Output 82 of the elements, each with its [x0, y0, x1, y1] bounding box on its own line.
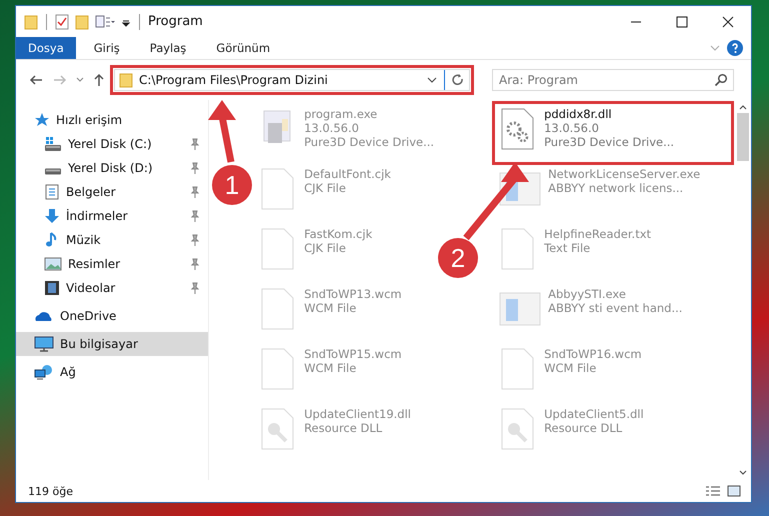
file-detail: Pure3D Device Drive... — [304, 135, 434, 149]
file-item[interactable]: pddidx8r.dll 13.0.56.0 Pure3D Device Drive... — [495, 104, 732, 162]
expand-ribbon-icon[interactable] — [709, 43, 721, 53]
file-name: SndToWP16.wcm — [544, 347, 642, 361]
file-detail: 13.0.56.0 — [544, 121, 600, 135]
file-name: UpdateClient5.dll — [544, 407, 644, 421]
pin-icon[interactable] — [190, 186, 200, 198]
sidebar-item[interactable]: İndirmeler — [16, 204, 208, 228]
file-detail: CJK File — [304, 181, 347, 195]
sidebar-item[interactable]: Videolar — [16, 276, 208, 300]
address-path: C:\Program Files\Program Dizini — [139, 73, 329, 87]
file-detail: WCM File — [304, 301, 358, 315]
sidebar-item[interactable]: Ağ — [16, 360, 208, 384]
close-icon — [722, 16, 734, 28]
callout-number: 1 — [224, 170, 240, 200]
file-detail: 13.0.56.0 — [304, 121, 360, 135]
file-name: SndToWP15.wcm — [304, 347, 402, 361]
scroll-down-icon[interactable] — [739, 470, 748, 476]
pin-icon[interactable] — [190, 234, 200, 246]
back-arrow-icon[interactable] — [28, 73, 44, 87]
file-name: SndToWP13.wcm — [304, 287, 402, 301]
film-icon — [44, 280, 60, 296]
pin-icon[interactable] — [190, 282, 200, 294]
pin-icon[interactable] — [190, 138, 200, 150]
sidebar-item[interactable]: Bu bilgisayar — [16, 332, 208, 356]
refresh-icon[interactable] — [451, 73, 465, 87]
pin-icon[interactable] — [190, 162, 200, 174]
pin-icon[interactable] — [190, 210, 200, 222]
file-name: DefaultFont.cjk — [304, 167, 391, 181]
file-detail: Text File — [544, 241, 592, 255]
sidebar-item[interactable]: Yerel Disk (D:) — [16, 156, 208, 180]
file-detail: WCM File — [304, 361, 358, 375]
file-name: FastKom.cjk — [304, 227, 372, 241]
item-count: 119 öğe — [28, 484, 73, 498]
sidebar-item[interactable]: OneDrive — [16, 304, 208, 328]
file-detail: ABBYY network licens... — [548, 181, 684, 195]
file-detail: ABBYY sti event hand... — [548, 301, 682, 315]
window-title: Program — [148, 14, 203, 29]
ribbon-tab[interactable]: Giriş — [82, 37, 132, 59]
picture-icon — [44, 256, 62, 272]
scroll-up-icon[interactable] — [739, 104, 748, 110]
file-detail: WCM File — [544, 361, 598, 375]
document-icon — [44, 184, 60, 200]
computer-icon — [34, 336, 54, 352]
file-detail: Resource DLL — [304, 421, 384, 435]
file-name: UpdateClient19.dll — [304, 407, 411, 421]
dropdown-icon[interactable] — [426, 75, 438, 85]
large-icons-view-icon[interactable] — [727, 485, 741, 497]
network-icon — [34, 364, 54, 380]
drive-icon — [44, 168, 62, 174]
sidebar-item[interactable]: Resimler — [16, 252, 208, 276]
folder-icon — [119, 72, 133, 88]
maximize-icon — [676, 16, 688, 28]
scrollbar-thumb[interactable] — [737, 113, 750, 161]
ribbon-tab[interactable]: Görünüm — [204, 37, 282, 59]
sidebar-item[interactable]: Müzik — [16, 228, 208, 252]
sidebar-item[interactable]: Yerel Disk (C:) — [16, 132, 208, 156]
minimize-icon — [630, 20, 642, 22]
file-name: NetworkLicenseServer.exe — [548, 167, 700, 181]
properties-icon[interactable] — [55, 14, 69, 30]
search-field[interactable]: Ara: Program — [492, 69, 734, 91]
down-arrow-icon — [44, 208, 60, 224]
callout-number: 2 — [450, 243, 466, 273]
details-view-icon[interactable] — [705, 485, 721, 497]
file-detail: CJK File — [304, 241, 347, 255]
file-name: AbbyySTI.exe — [548, 287, 627, 301]
drive-icon — [44, 136, 62, 152]
file-detail: Resource DLL — [544, 421, 624, 435]
ribbon-tab[interactable]: Paylaş — [138, 37, 198, 59]
ribbon-tab[interactable]: Dosya — [16, 37, 76, 59]
search-icon — [714, 73, 728, 87]
file-detail: Pure3D Device Drive... — [544, 135, 674, 149]
file-name: pddidx8r.dll — [544, 107, 613, 121]
view-options-icon[interactable] — [95, 14, 115, 30]
help-icon[interactable] — [727, 40, 743, 56]
star-icon — [34, 112, 50, 128]
pin-icon[interactable] — [190, 258, 200, 270]
sidebar-item[interactable]: Hızlı erişim — [16, 108, 208, 132]
sidebar-item[interactable]: Belgeler — [16, 180, 208, 204]
up-arrow-icon[interactable] — [92, 73, 106, 87]
file-name: program.exe — [304, 107, 378, 121]
file-name: HelpfineReader.txt — [544, 227, 652, 241]
